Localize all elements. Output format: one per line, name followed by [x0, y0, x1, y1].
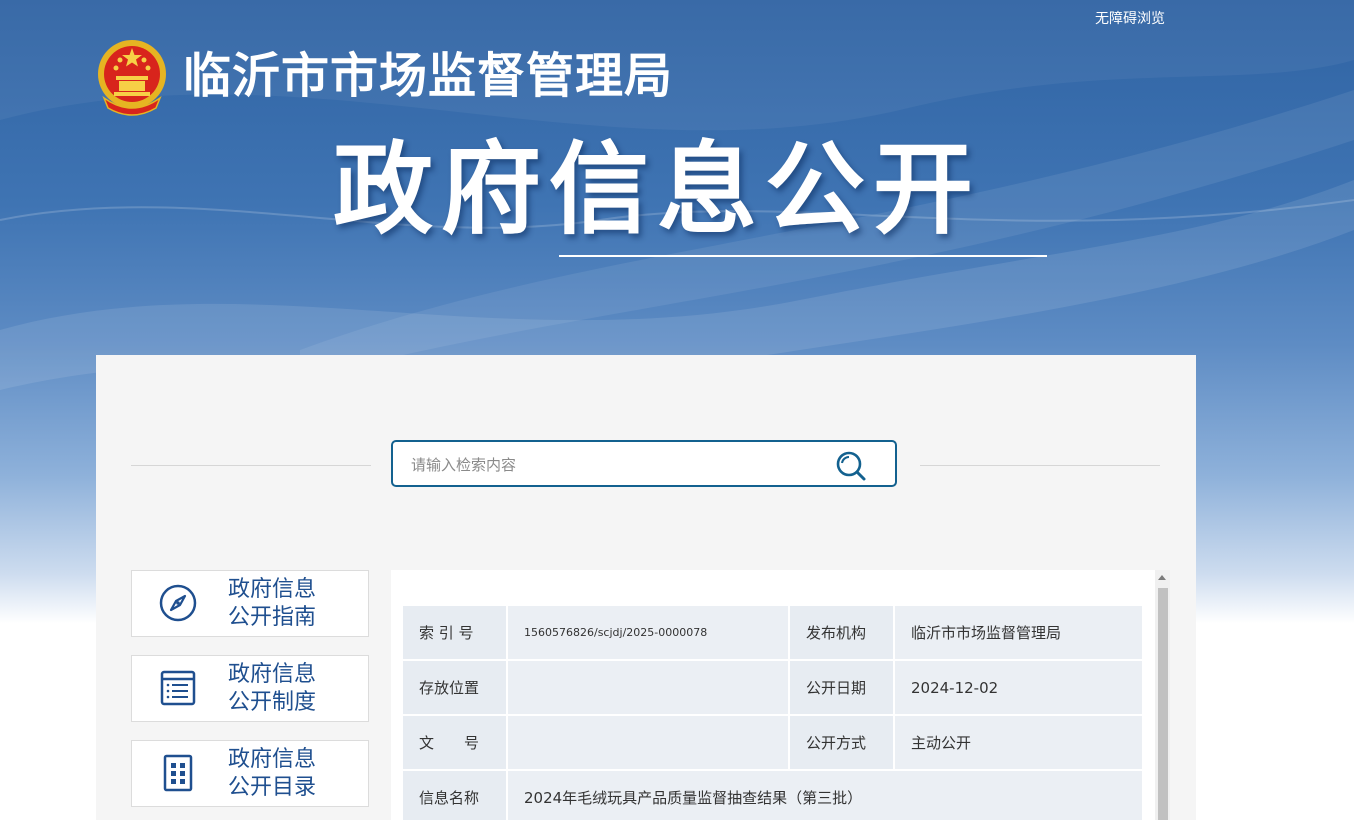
- table-row: 文 号 公开方式 主动公开: [403, 716, 1142, 769]
- scrollbar-thumb[interactable]: [1158, 588, 1168, 820]
- info-content: 索 引 号 1560576826/scjdj/2025-0000078 发布机构…: [391, 570, 1155, 820]
- date-label: 公开日期: [790, 661, 893, 714]
- compass-icon: [159, 584, 197, 622]
- sidebar-label-line2: 公开制度: [228, 690, 317, 715]
- search-box: [391, 440, 897, 487]
- sidebar-item-label: 政府信息 公开指南: [228, 576, 316, 632]
- sidebar-item-catalog[interactable]: 政府信息 公开目录: [131, 740, 369, 807]
- search-divider-right: [920, 465, 1160, 466]
- title-label: 信息名称: [403, 771, 506, 820]
- location-label: 存放位置: [403, 661, 506, 714]
- search-input[interactable]: [409, 451, 813, 479]
- location-value: [508, 661, 788, 714]
- sidebar-label-line2: 公开指南: [228, 605, 317, 630]
- sidebar-item-label: 政府信息 公开制度: [228, 661, 316, 717]
- info-metadata-table: 索 引 号 1560576826/scjdj/2025-0000078 发布机构…: [401, 604, 1144, 820]
- search-icon[interactable]: [834, 450, 868, 482]
- doc-no-label: 文 号: [403, 716, 506, 769]
- sidebar-label-line2: 公开目录: [228, 775, 317, 800]
- sidebar-label-line1: 政府信息: [228, 662, 317, 687]
- sidebar-label-line1: 政府信息: [228, 747, 317, 772]
- scroll-up-arrow-icon[interactable]: [1158, 575, 1166, 580]
- method-value: 主动公开: [895, 716, 1142, 769]
- list-document-icon: [160, 670, 196, 706]
- doc-no-value: [508, 716, 788, 769]
- table-row: 存放位置 公开日期 2024-12-02: [403, 661, 1142, 714]
- main-panel: 政府信息 公开指南 政府信息 公开制度 政府信息 公开目录: [96, 355, 1196, 820]
- grid-document-icon: [163, 754, 193, 792]
- sidebar-item-system[interactable]: 政府信息 公开制度: [131, 655, 369, 722]
- accessibility-link[interactable]: 无障碍浏览: [1095, 8, 1165, 28]
- publisher-value: 临沂市市场监督管理局: [895, 606, 1142, 659]
- agency-title: 临沂市市场监督管理局: [183, 48, 674, 104]
- table-row: 索 引 号 1560576826/scjdj/2025-0000078 发布机构…: [403, 606, 1142, 659]
- sidebar-item-guide[interactable]: 政府信息 公开指南: [131, 570, 369, 637]
- method-label: 公开方式: [790, 716, 893, 769]
- sidebar-item-label: 政府信息 公开目录: [228, 746, 316, 802]
- section-title: 政府信息公开: [333, 131, 981, 248]
- sidebar-label-line1: 政府信息: [228, 577, 317, 602]
- publisher-label: 发布机构: [790, 606, 893, 659]
- table-row: 信息名称 2024年毛绒玩具产品质量监督抽查结果（第三批）: [403, 771, 1142, 820]
- title-value: 2024年毛绒玩具产品质量监督抽查结果（第三批）: [508, 771, 1142, 820]
- national-emblem-icon: [98, 40, 166, 116]
- date-value: 2024-12-02: [895, 661, 1142, 714]
- index-no-label: 索 引 号: [403, 606, 506, 659]
- content-scrollbar[interactable]: [1155, 570, 1170, 820]
- index-no-value: 1560576826/scjdj/2025-0000078: [508, 606, 788, 659]
- title-underline: [559, 255, 1047, 257]
- search-divider-left: [131, 465, 371, 466]
